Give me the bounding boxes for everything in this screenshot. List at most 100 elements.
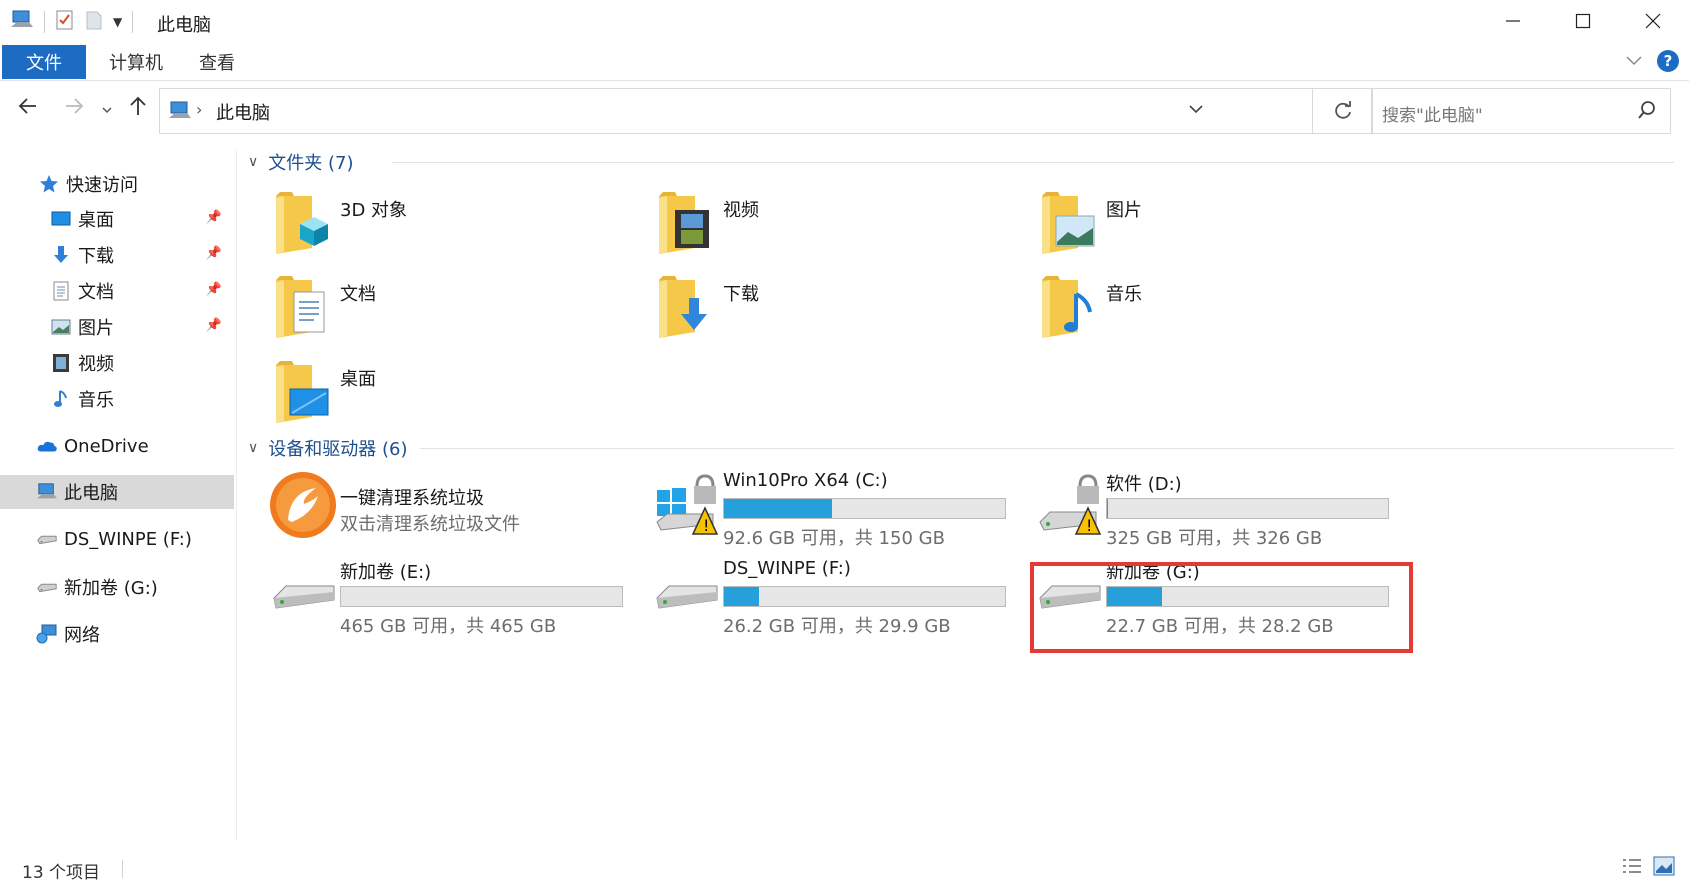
details-view-icon[interactable] bbox=[1621, 856, 1643, 880]
music-folder-icon bbox=[1042, 276, 1092, 338]
maximize-button[interactable] bbox=[1548, 0, 1618, 42]
close-button[interactable] bbox=[1618, 0, 1688, 42]
sidebar-item-label: 此电脑 bbox=[64, 483, 118, 504]
sidebar-item-label: 视频 bbox=[78, 354, 114, 375]
drive-f[interactable]: DS_WINPE (F:) 26.2 GB 可用，共 29.9 GB bbox=[645, 558, 1020, 638]
recent-locations-chevron-icon[interactable] bbox=[100, 98, 114, 123]
ribbon-tabs: 文件 计算机 查看 ? bbox=[0, 45, 1689, 81]
pin-icon[interactable]: 📌 bbox=[206, 246, 222, 261]
up-arrow-icon[interactable] bbox=[126, 94, 150, 124]
drive-e[interactable]: 新加卷 (E:) 465 GB 可用，共 465 GB bbox=[262, 558, 637, 638]
folder-name: 视频 bbox=[723, 200, 759, 221]
highlight-box bbox=[1030, 562, 1413, 653]
sidebar-item-label: 文档 bbox=[78, 282, 114, 303]
folder-documents[interactable]: 文档 bbox=[262, 272, 632, 352]
drive-usage-fill bbox=[1107, 499, 1108, 518]
sidebar-item-network[interactable]: 网络 bbox=[0, 617, 234, 651]
video-folder-icon bbox=[659, 192, 709, 254]
sidebar-item-music[interactable]: 音乐 bbox=[0, 382, 234, 416]
view-switcher bbox=[1621, 856, 1675, 880]
sidebar-item-label: 快速访问 bbox=[66, 175, 138, 196]
sidebar-item-label: DS_WINPE (F:) bbox=[64, 528, 192, 550]
address-dropdown-chevron-icon[interactable] bbox=[1188, 101, 1204, 119]
drive-space-info: 325 GB 可用，共 326 GB bbox=[1106, 528, 1323, 549]
drive-usage-bar bbox=[723, 586, 1006, 607]
drive-icon bbox=[656, 585, 718, 609]
navigation-bar: › 此电脑 搜索"此电脑" bbox=[0, 88, 1689, 134]
download-icon bbox=[50, 244, 72, 266]
drive-icon bbox=[273, 585, 335, 609]
folder-name: 下载 bbox=[723, 284, 759, 305]
group-divider bbox=[392, 162, 1674, 163]
group-header-folders[interactable]: ∨ 文件夹 (7) bbox=[248, 148, 353, 176]
computer-icon[interactable] bbox=[10, 9, 34, 35]
folder-name: 桌面 bbox=[340, 369, 376, 390]
pin-icon[interactable]: 📌 bbox=[206, 318, 222, 333]
drive-usage-bar bbox=[340, 586, 623, 607]
pin-icon[interactable]: 📌 bbox=[206, 210, 222, 225]
drive-usage-fill bbox=[724, 587, 759, 606]
sidebar-item-this-pc[interactable]: 此电脑 bbox=[0, 475, 234, 509]
drive-icon bbox=[36, 576, 58, 598]
folder-desktop[interactable]: 桌面 bbox=[262, 357, 632, 437]
folder-downloads[interactable]: 下载 bbox=[645, 272, 1015, 352]
search-box[interactable]: 搜索"此电脑" bbox=[1371, 88, 1671, 134]
sidebar-item-label: 音乐 bbox=[78, 390, 114, 411]
navigation-pane: 快速访问 桌面 📌 下载 📌 文档 📌 图片 📌 视频 音乐 OneDrive … bbox=[0, 150, 237, 840]
new-folder-icon[interactable] bbox=[85, 9, 103, 35]
drive-name: 软件 (D:) bbox=[1106, 474, 1182, 495]
folder-music[interactable]: 音乐 bbox=[1028, 272, 1398, 352]
sidebar-item-quick-access[interactable]: 快速访问 bbox=[0, 167, 234, 201]
sidebar-item-label: 新加卷 (G:) bbox=[64, 578, 158, 599]
expand-ribbon-chevron-icon[interactable] bbox=[1625, 52, 1643, 71]
drive-name: Win10Pro X64 (C:) bbox=[723, 470, 888, 491]
sidebar-item-downloads[interactable]: 下载 📌 bbox=[0, 238, 234, 272]
folder-pictures[interactable]: 图片 bbox=[1028, 188, 1398, 268]
properties-icon[interactable] bbox=[55, 9, 75, 35]
search-icon[interactable] bbox=[1636, 99, 1658, 125]
app-name: 一键清理系统垃圾 bbox=[340, 488, 484, 509]
drive-d[interactable]: ! 软件 (D:) 325 GB 可用，共 326 GB bbox=[1028, 470, 1403, 550]
tab-file[interactable]: 文件 bbox=[2, 45, 86, 79]
drive-c[interactable]: ! Win10Pro X64 (C:) 92.6 GB 可用，共 150 GB bbox=[645, 470, 1020, 550]
sidebar-item-drive-f[interactable]: DS_WINPE (F:) bbox=[0, 522, 234, 556]
search-input[interactable]: 搜索"此电脑" bbox=[1382, 101, 1483, 126]
collapse-chevron-icon[interactable]: ∨ bbox=[248, 154, 258, 170]
drive-usage-fill bbox=[724, 499, 832, 518]
back-arrow-icon[interactable] bbox=[16, 94, 40, 124]
sidebar-item-label: 桌面 bbox=[78, 210, 114, 231]
sidebar-item-drive-g[interactable]: 新加卷 (G:) bbox=[0, 570, 234, 604]
collapse-chevron-icon[interactable]: ∨ bbox=[248, 440, 258, 456]
folder-3d-objects[interactable]: 3D 对象 bbox=[262, 188, 632, 268]
refresh-button[interactable] bbox=[1313, 88, 1373, 134]
sidebar-item-documents[interactable]: 文档 📌 bbox=[0, 274, 234, 308]
address-bar[interactable]: › 此电脑 bbox=[159, 88, 1313, 134]
sidebar-item-onedrive[interactable]: OneDrive bbox=[0, 429, 234, 463]
status-separator bbox=[122, 860, 123, 878]
sidebar-item-pictures[interactable]: 图片 📌 bbox=[0, 310, 234, 344]
breadcrumb-chevron-icon[interactable]: › bbox=[196, 100, 202, 119]
pin-icon[interactable]: 📌 bbox=[206, 282, 222, 297]
window-title: 此电脑 bbox=[157, 15, 211, 36]
forward-arrow-icon[interactable] bbox=[62, 94, 86, 124]
sidebar-item-videos[interactable]: 视频 bbox=[0, 346, 234, 380]
svg-text:!: ! bbox=[1086, 516, 1092, 535]
drive-space-info: 465 GB 可用，共 465 GB bbox=[340, 616, 557, 637]
folder-name: 3D 对象 bbox=[340, 200, 408, 221]
tab-computer[interactable]: 计算机 bbox=[96, 45, 176, 79]
picture-icon bbox=[50, 316, 72, 338]
group-header-drives[interactable]: ∨ 设备和驱动器 (6) bbox=[248, 434, 407, 462]
drive-usage-bar bbox=[723, 498, 1006, 519]
tab-view[interactable]: 查看 bbox=[184, 45, 250, 79]
sidebar-item-label: 图片 bbox=[78, 318, 114, 339]
app-cleanup-shortcut[interactable]: 一键清理系统垃圾 双击清理系统垃圾文件 bbox=[262, 470, 637, 550]
help-icon[interactable]: ? bbox=[1657, 50, 1679, 72]
sidebar-item-desktop[interactable]: 桌面 📌 bbox=[0, 202, 234, 236]
sidebar-item-label: 网络 bbox=[64, 625, 100, 646]
breadcrumb[interactable]: 此电脑 bbox=[216, 99, 270, 125]
document-icon bbox=[50, 280, 72, 302]
customize-toolbar-dropdown-icon[interactable]: ▼ bbox=[113, 15, 122, 29]
large-icons-view-icon[interactable] bbox=[1653, 856, 1675, 880]
folder-videos[interactable]: 视频 bbox=[645, 188, 1015, 268]
minimize-button[interactable] bbox=[1478, 0, 1548, 42]
